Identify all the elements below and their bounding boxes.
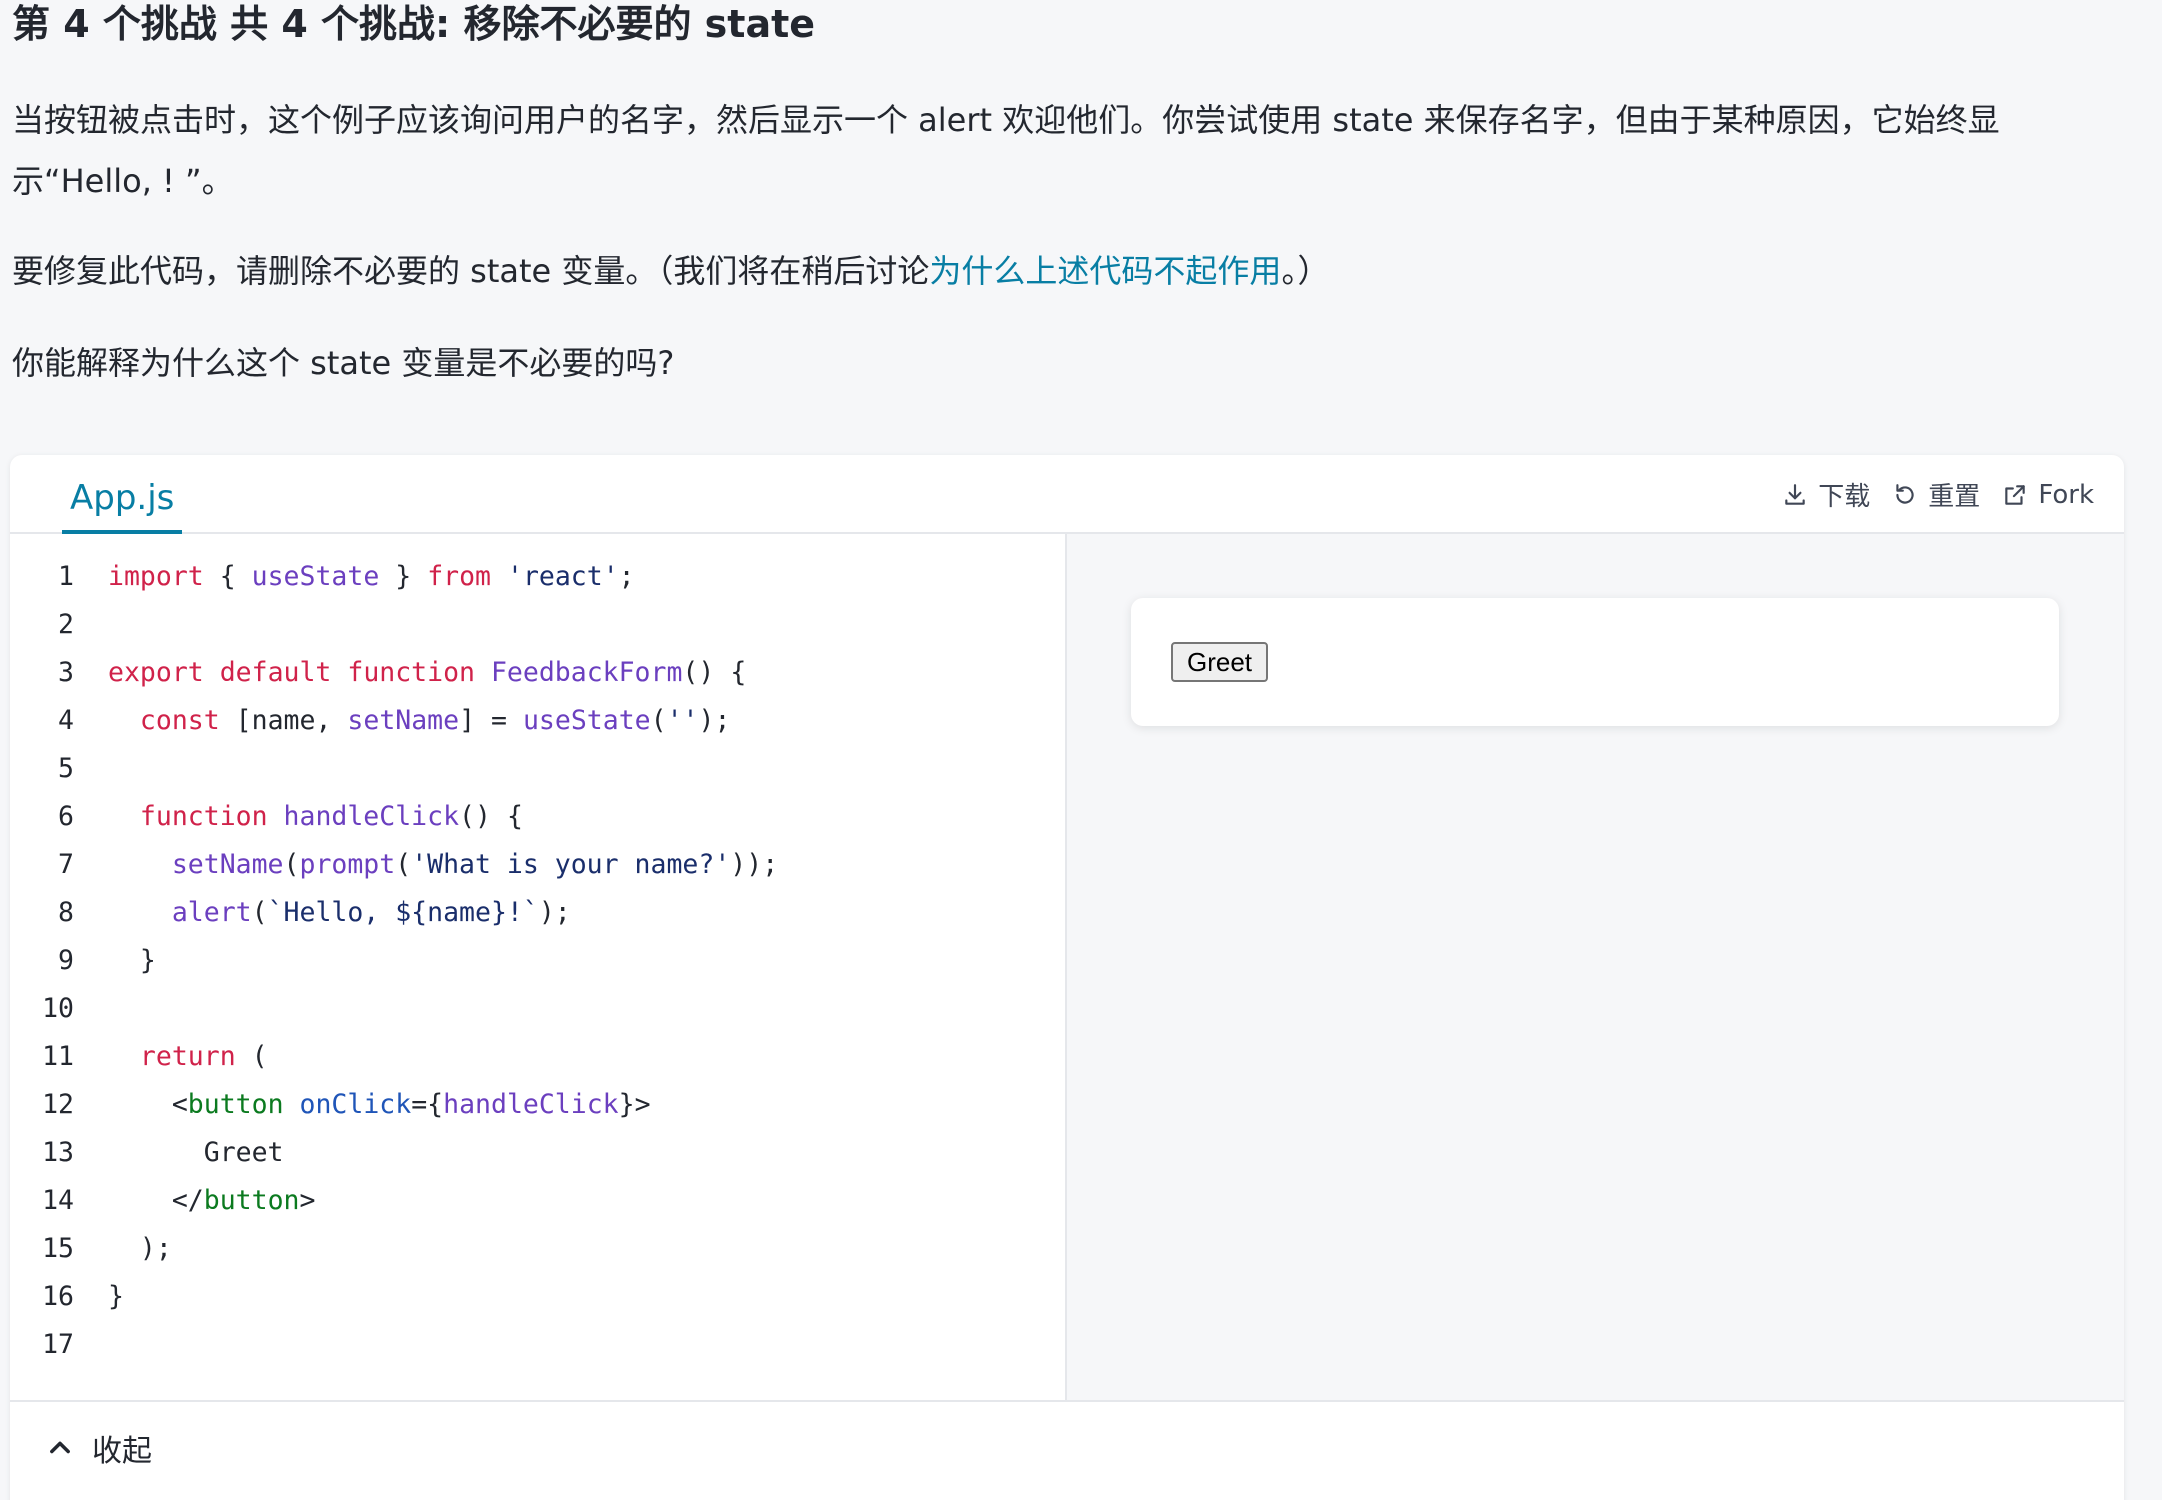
code-text: const [name, setName] = useState(''); [139, 705, 731, 736]
instruction-text-after: 。） [1281, 252, 1330, 290]
code-line: 10 [10, 985, 778, 1033]
code-text: Greet [203, 1137, 284, 1168]
line-number: 5 [58, 753, 74, 784]
reset-button[interactable]: 重置 [1892, 476, 1980, 513]
fork-button[interactable]: Fork [2002, 480, 2094, 510]
code-text: import { useState } from 'react'; [108, 561, 635, 592]
greet-button[interactable]: Greet [1171, 642, 1269, 682]
challenge-question: 你能解释为什么这个 state 变量是不必要的吗? [12, 344, 675, 382]
code-line: 5 [10, 745, 778, 793]
download-icon [1785, 483, 1806, 505]
challenge-title: 第 4 个挑战 共 4 个挑战: 移除不必要的 state [12, 2, 816, 46]
download-button[interactable]: 下载 [1782, 476, 1870, 513]
line-number: 3 [58, 657, 74, 688]
sandbox-footer: 收起 [10, 1400, 2124, 1500]
code-line: 9 } [10, 937, 778, 985]
line-number: 16 [42, 1281, 74, 1312]
code-line: 13 Greet [10, 1129, 778, 1177]
code-line: 16} [10, 1273, 778, 1321]
instruction-text-before: 要修复此代码，请删除不必要的 state 变量。（我们将在稍后讨论 [12, 252, 930, 290]
line-number: 6 [58, 801, 74, 832]
code-line: 8 alert(`Hello, ${name}!`); [10, 889, 778, 937]
tab-app-js[interactable]: App.js [62, 455, 183, 534]
code-text: } [108, 1281, 124, 1312]
challenge-instruction: 要修复此代码，请删除不必要的 state 变量。（我们将在稍后讨论为什么上述代码… [12, 241, 2122, 302]
code-line: 12 <button onClick={handleClick}> [10, 1081, 778, 1129]
line-number: 11 [42, 1041, 74, 1072]
code-text: ); [139, 1233, 172, 1264]
line-number: 1 [58, 561, 74, 592]
chevron-up-icon [50, 1441, 70, 1454]
line-number: 8 [58, 897, 74, 928]
reset-icon [1896, 483, 1914, 504]
code-line: 14 </button> [10, 1177, 778, 1225]
code-text: </button> [171, 1185, 316, 1216]
line-number: 12 [42, 1089, 74, 1120]
download-label: 下载 [1818, 482, 1871, 512]
code-line: 11 return ( [10, 1033, 778, 1081]
line-number: 9 [58, 945, 74, 976]
line-number: 14 [42, 1185, 74, 1216]
fork-label: Fork [2038, 479, 2094, 510]
external-link-icon [2005, 484, 2026, 505]
collapse-label: 收起 [92, 1434, 152, 1469]
code-text: alert(`Hello, ${name}!`); [171, 897, 571, 928]
code-text: <button onClick={handleClick}> [171, 1089, 651, 1120]
page: 第 4 个挑战 共 4 个挑战: 移除不必要的 state 当按钮被点击时，这个… [0, 0, 2162, 1500]
challenge-description: 当按钮被点击时，这个例子应该询问用户的名字，然后显示一个 alert 欢迎他们。… [12, 101, 2000, 200]
line-number: 13 [42, 1137, 74, 1168]
code-text: function handleClick() { [139, 801, 523, 832]
code-line: 1 import { useState } from 'react'; [10, 553, 778, 601]
code-line: 17 [10, 1321, 778, 1369]
line-number: 17 [42, 1329, 74, 1360]
code-line: 7 setName(prompt('What is your name?')); [10, 841, 778, 889]
preview-pane: Greet [1067, 534, 2124, 1400]
code-line: 15 ); [10, 1225, 778, 1273]
code-text: return ( [139, 1041, 268, 1072]
line-number: 10 [42, 993, 74, 1024]
code-text: } [139, 945, 156, 976]
code-lines: 1 import { useState } from 'react'; 2 3 expo… [10, 553, 778, 1369]
why-not-working-link[interactable]: 为什么上述代码不起作用 [929, 252, 1281, 290]
sandbox-header: App.js 下载 重置 Fork [10, 455, 2124, 534]
line-number: 15 [42, 1233, 74, 1264]
code-text: export default function FeedbackForm() { [108, 657, 747, 688]
line-number: 2 [58, 609, 74, 640]
line-number: 4 [58, 705, 74, 736]
code-editor[interactable]: 1 import { useState } from 'react'; 2 3 expo… [10, 534, 1067, 1400]
preview-card: Greet [1131, 598, 2059, 726]
code-line: 3 export default function FeedbackForm() … [10, 649, 778, 697]
sandbox-actions: 下载 重置 Fork [1782, 455, 2094, 534]
code-text: setName(prompt('What is your name?')); [171, 849, 779, 880]
line-number: 7 [58, 849, 74, 880]
code-line: 4 const [name, setName] = useState(''); [10, 697, 778, 745]
reset-label: 重置 [1928, 482, 1981, 512]
code-line: 6 function handleClick() { [10, 793, 778, 841]
code-sandbox: App.js 下载 重置 Fork 1 import {useState} … [10, 455, 2124, 1500]
collapse-button[interactable]: 收起 [46, 1426, 152, 1470]
code-line: 2 [10, 601, 778, 649]
